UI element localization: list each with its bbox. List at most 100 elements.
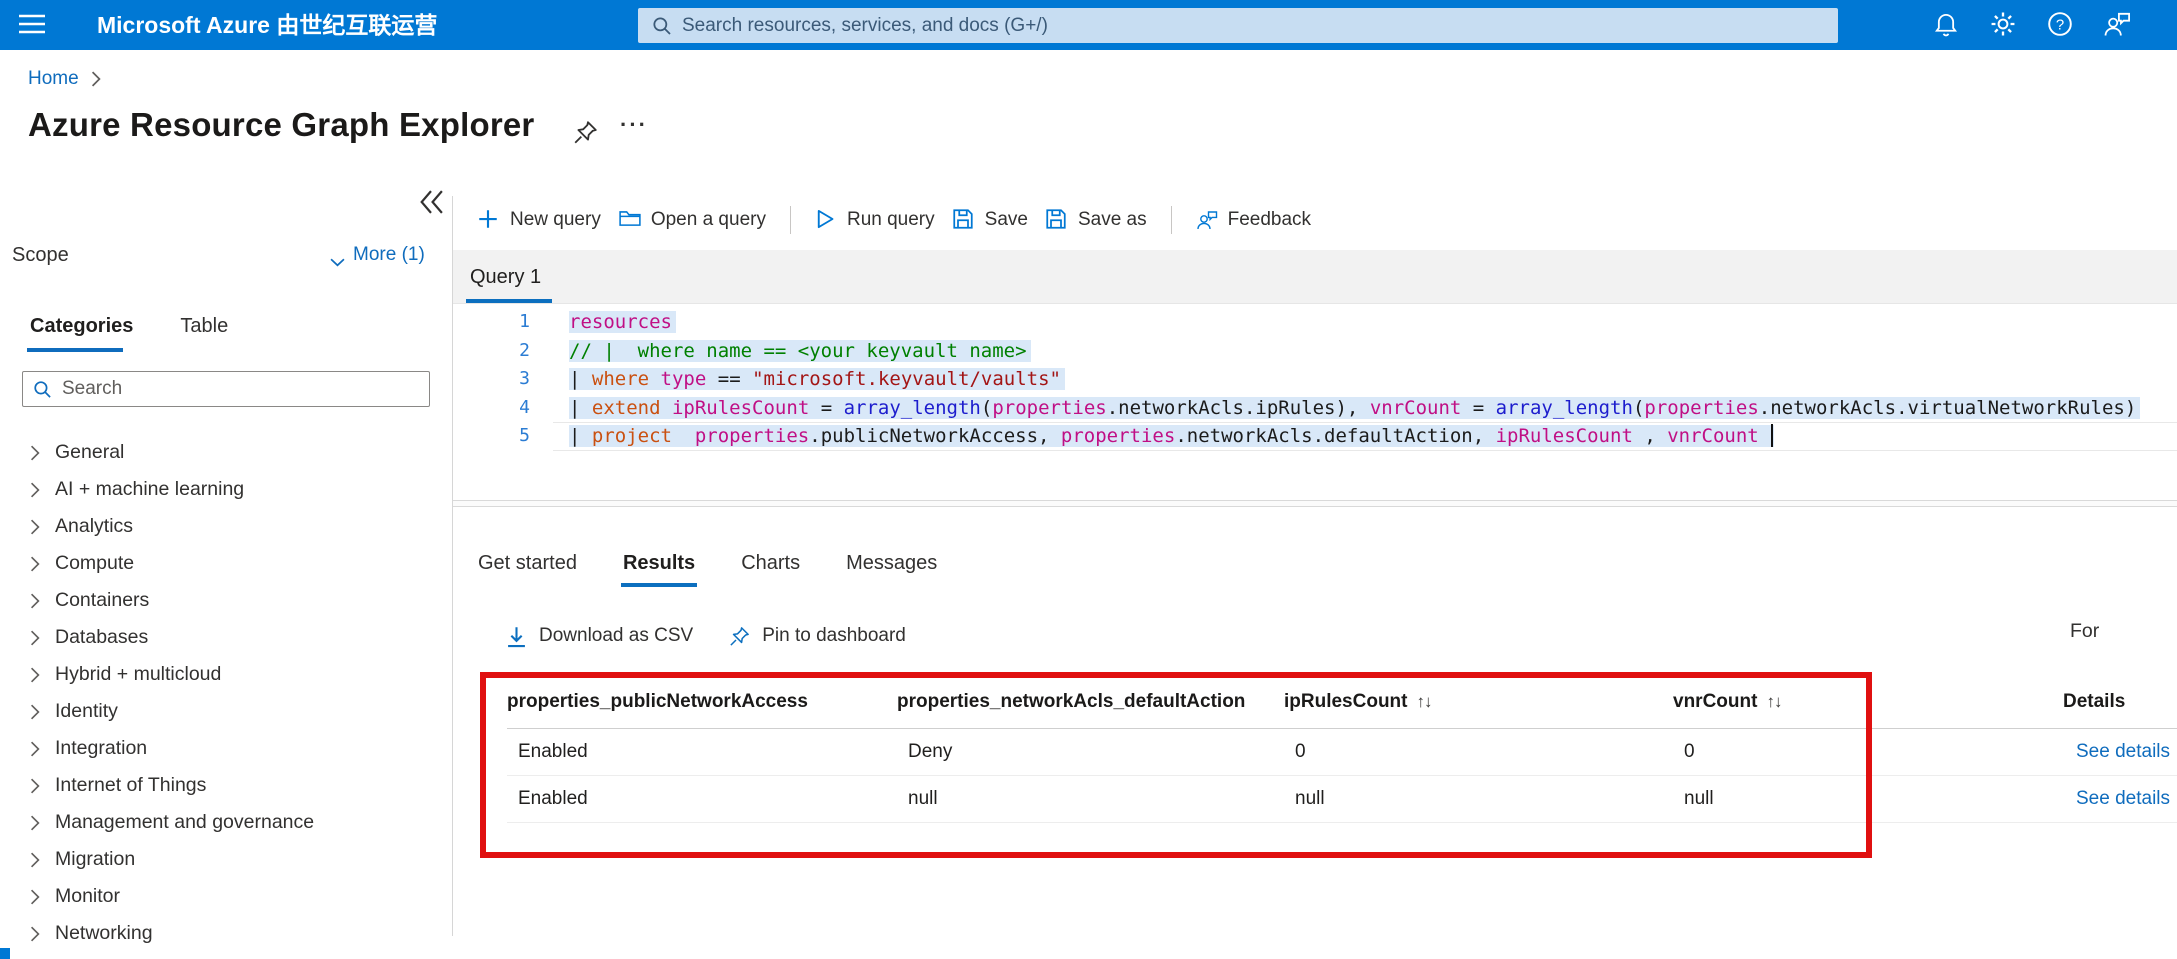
scroll-indicator	[0, 948, 10, 959]
line-number: 4	[519, 396, 530, 418]
see-details-link[interactable]: See details	[2076, 788, 2170, 809]
tab-categories[interactable]: Categories	[30, 315, 133, 338]
sidebar-category-containers[interactable]: Containers	[0, 582, 440, 619]
column-header-iprulescount[interactable]: ipRulesCount ↑↓	[1284, 691, 1673, 713]
chevron-right-icon	[30, 667, 40, 683]
hamburger-icon[interactable]	[18, 13, 46, 37]
feedback-button[interactable]: Feedback	[1196, 209, 1311, 231]
code-token: ipRulesCount	[671, 396, 810, 419]
sidebar-category-general[interactable]: General	[0, 434, 440, 471]
title-more-icon[interactable]: ···	[620, 112, 648, 138]
see-details-link[interactable]: See details	[2076, 741, 2170, 762]
tab-charts[interactable]: Charts	[741, 548, 800, 587]
category-label: Analytics	[55, 515, 134, 537]
tab-results[interactable]: Results	[620, 548, 698, 587]
sidebar-category-ai-machine-learning[interactable]: AI + machine learning	[0, 471, 440, 508]
column-label: properties_networkAcls_defaultAction	[897, 691, 1246, 712]
query-code-editor[interactable]: 1 resources 2 // | where name == <your keyv…	[453, 304, 2177, 500]
results-table-head: properties_publicNetworkAccess properties…	[507, 676, 2177, 729]
selection-highlight: // | where name == <your keyvault name>	[569, 339, 1027, 362]
sidebar-category-databases[interactable]: Databases	[0, 619, 440, 656]
sidebar-category-monitor[interactable]: Monitor	[0, 878, 440, 915]
code-token: resources	[569, 311, 672, 333]
sidebar-category-migration[interactable]: Migration	[0, 841, 440, 878]
code-text: resources	[569, 308, 672, 337]
category-label: Containers	[55, 589, 150, 611]
selection-highlight: | where type == "microsoft.keyvault/vaul…	[569, 368, 1061, 391]
category-label: Databases	[55, 626, 149, 648]
tab-messages[interactable]: Messages	[846, 548, 937, 587]
code-text: | project properties.publicNetworkAccess…	[569, 422, 1774, 451]
category-search-box[interactable]	[22, 371, 430, 407]
category-label: General	[55, 441, 125, 463]
code-token: vnrCount	[1667, 425, 1759, 448]
chevron-down-icon	[330, 251, 345, 266]
save-button[interactable]: Save	[953, 209, 1028, 231]
code-line: 4 | extend ipRulesCount = array_length(pr…	[453, 394, 2177, 423]
run-query-button[interactable]: Run query	[815, 209, 935, 231]
new-query-button[interactable]: New query	[478, 209, 601, 231]
save-icon	[953, 209, 975, 231]
breadcrumb-home-link[interactable]: Home	[28, 68, 79, 90]
chevron-right-icon	[30, 593, 40, 609]
pin-to-dashboard-button[interactable]: Pin to dashboard	[729, 625, 906, 647]
sidebar-category-analytics[interactable]: Analytics	[0, 508, 440, 545]
tab-get-started[interactable]: Get started	[478, 548, 577, 587]
table-row: Enabled null null null See details	[507, 776, 2177, 823]
sidebar-category-hybrid-multicloud[interactable]: Hybrid + multicloud	[0, 656, 440, 693]
save-as-button[interactable]: Save as	[1046, 209, 1147, 231]
category-label: Hybrid + multicloud	[55, 663, 222, 685]
feedback-person-icon[interactable]	[2103, 11, 2131, 39]
code-token: =	[1461, 396, 1496, 419]
sidebar-category-management-and-governance[interactable]: Management and governance	[0, 804, 440, 841]
category-list: General AI + machine learning Analytics Com…	[0, 434, 440, 952]
query-tab[interactable]: Query 1	[470, 250, 541, 304]
category-search-input[interactable]	[62, 378, 419, 400]
code-token: ==	[717, 368, 741, 391]
code-token: extend	[591, 396, 661, 419]
pin-icon[interactable]	[572, 120, 598, 146]
brand-title: Microsoft Azure 由世纪互联运营	[97, 12, 438, 38]
code-token: ,	[1632, 425, 1668, 448]
help-icon[interactable]: ?	[2046, 11, 2074, 39]
sort-icon: ↑↓	[1416, 692, 1433, 711]
sidebar-category-compute[interactable]: Compute	[0, 545, 440, 582]
chevron-right-icon	[30, 815, 40, 831]
category-label: Internet of Things	[55, 774, 207, 796]
code-token: array_length	[1495, 396, 1633, 419]
code-token: properties	[694, 425, 810, 448]
open-a-query-button[interactable]: Open a query	[619, 209, 766, 231]
results-table-body: Enabled Deny 0 0 See details Enabled null null n…	[507, 729, 2177, 823]
scope-more-label: More (1)	[353, 244, 425, 265]
sidebar-category-identity[interactable]: Identity	[0, 693, 440, 730]
code-token: ipRulesCount	[1495, 425, 1633, 448]
global-search-input[interactable]	[682, 14, 1824, 37]
settings-gear-icon[interactable]	[1989, 11, 2017, 39]
chevron-right-icon	[30, 445, 40, 461]
scope-more-link[interactable]: More (1)	[330, 244, 425, 266]
tab-table[interactable]: Table	[180, 315, 228, 338]
sidebar-category-internet-of-things[interactable]: Internet of Things	[0, 767, 440, 804]
code-token: where	[591, 368, 650, 391]
category-label: Networking	[55, 922, 153, 944]
download-as-csv-button[interactable]: Download as CSV	[506, 625, 693, 647]
code-text: // | where name == <your keyvault name>	[569, 337, 1027, 366]
chevron-right-icon	[30, 482, 40, 498]
panel-splitter[interactable]	[453, 500, 2177, 507]
collapse-double-chevron-icon[interactable]	[416, 188, 446, 218]
column-header-vnrcount[interactable]: vnrCount ↑↓	[1673, 691, 2063, 713]
table-cell-details: See details	[2063, 741, 2177, 763]
svg-text:?: ?	[2056, 16, 2064, 33]
chevron-right-icon	[30, 556, 40, 572]
category-label: Compute	[55, 552, 135, 574]
global-search-box[interactable]	[638, 8, 1838, 43]
sidebar-category-integration[interactable]: Integration	[0, 730, 440, 767]
notifications-bell-icon[interactable]	[1932, 11, 1960, 39]
table-row: Enabled Deny 0 0 See details	[507, 729, 2177, 776]
category-label: Monitor	[55, 885, 121, 907]
command-bar: New query Open a query Run query Save Save a…	[478, 199, 1311, 241]
results-tabs: Get started Results Charts Messages	[478, 548, 937, 587]
category-label: AI + machine learning	[55, 478, 245, 500]
sidebar-category-networking[interactable]: Networking	[0, 915, 440, 952]
